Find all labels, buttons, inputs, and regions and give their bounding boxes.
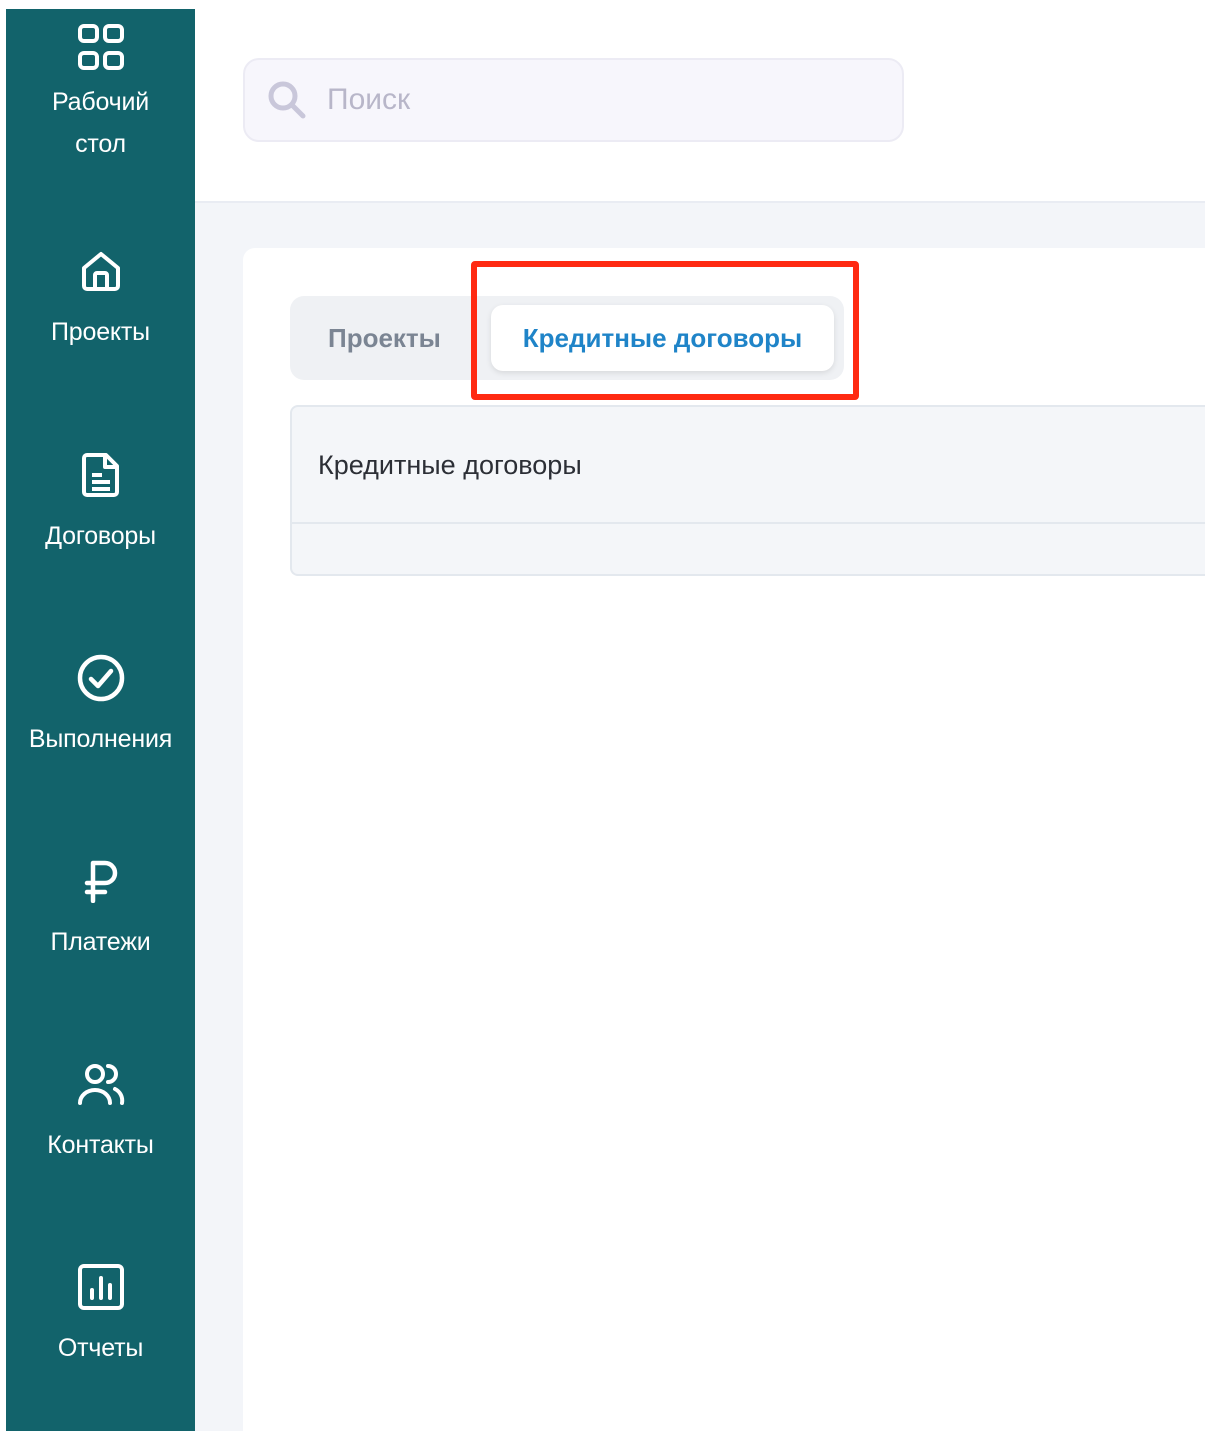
sidebar-label-line1: Рабочий <box>52 88 149 116</box>
ruble-icon <box>75 855 127 907</box>
app-page: Рабочий стол Проекты Договоры Выполнения… <box>0 0 1205 1431</box>
sidebar-label-line2: стол <box>75 130 126 158</box>
sidebar-item-dashboard[interactable]: Рабочий стол <box>6 21 195 165</box>
tab-bar: Проекты Кредитные договоры <box>290 296 844 380</box>
sidebar-item-completions[interactable]: Выполнения <box>6 652 195 760</box>
check-circle-icon <box>75 652 127 704</box>
sidebar-item-contacts[interactable]: Контакты <box>6 1058 195 1166</box>
sidebar-item-label: Контакты <box>47 1131 154 1159</box>
sidebar-item-contracts[interactable]: Договоры <box>6 449 195 557</box>
sidebar-item-reports[interactable]: Отчеты <box>6 1261 195 1369</box>
sidebar-item-label: Платежи <box>50 928 151 956</box>
sidebar-item-label: Договоры <box>45 522 156 550</box>
search-bar[interactable] <box>243 58 904 142</box>
panel-title: Кредитные договоры <box>318 449 582 480</box>
tab-label: Кредитные договоры <box>522 322 803 353</box>
home-icon <box>75 245 127 297</box>
bar-chart-icon <box>75 1261 127 1313</box>
credit-agreements-panel: Кредитные договоры <box>290 405 1205 576</box>
sidebar-item-label: Рабочий стол <box>52 81 149 165</box>
search-input[interactable] <box>327 83 867 117</box>
sidebar-item-label: Проекты <box>51 318 150 346</box>
dashboard-grid-icon <box>75 21 127 73</box>
sidebar-item-label: Отчеты <box>57 1334 144 1362</box>
sidebar-item-projects[interactable]: Проекты <box>6 245 195 353</box>
tab-projects[interactable]: Проекты <box>328 296 441 380</box>
sidebar-item-payments[interactable]: Платежи <box>6 855 195 963</box>
panel-divider <box>292 522 1205 524</box>
document-icon <box>75 449 127 501</box>
sidebar: Рабочий стол Проекты Договоры Выполнения… <box>6 9 195 1431</box>
tab-credit-agreements[interactable]: Кредитные договоры <box>491 305 834 371</box>
tab-label: Проекты <box>328 322 441 353</box>
search-icon <box>265 78 309 122</box>
sidebar-item-label: Выполнения <box>28 725 173 753</box>
users-icon <box>75 1058 127 1110</box>
